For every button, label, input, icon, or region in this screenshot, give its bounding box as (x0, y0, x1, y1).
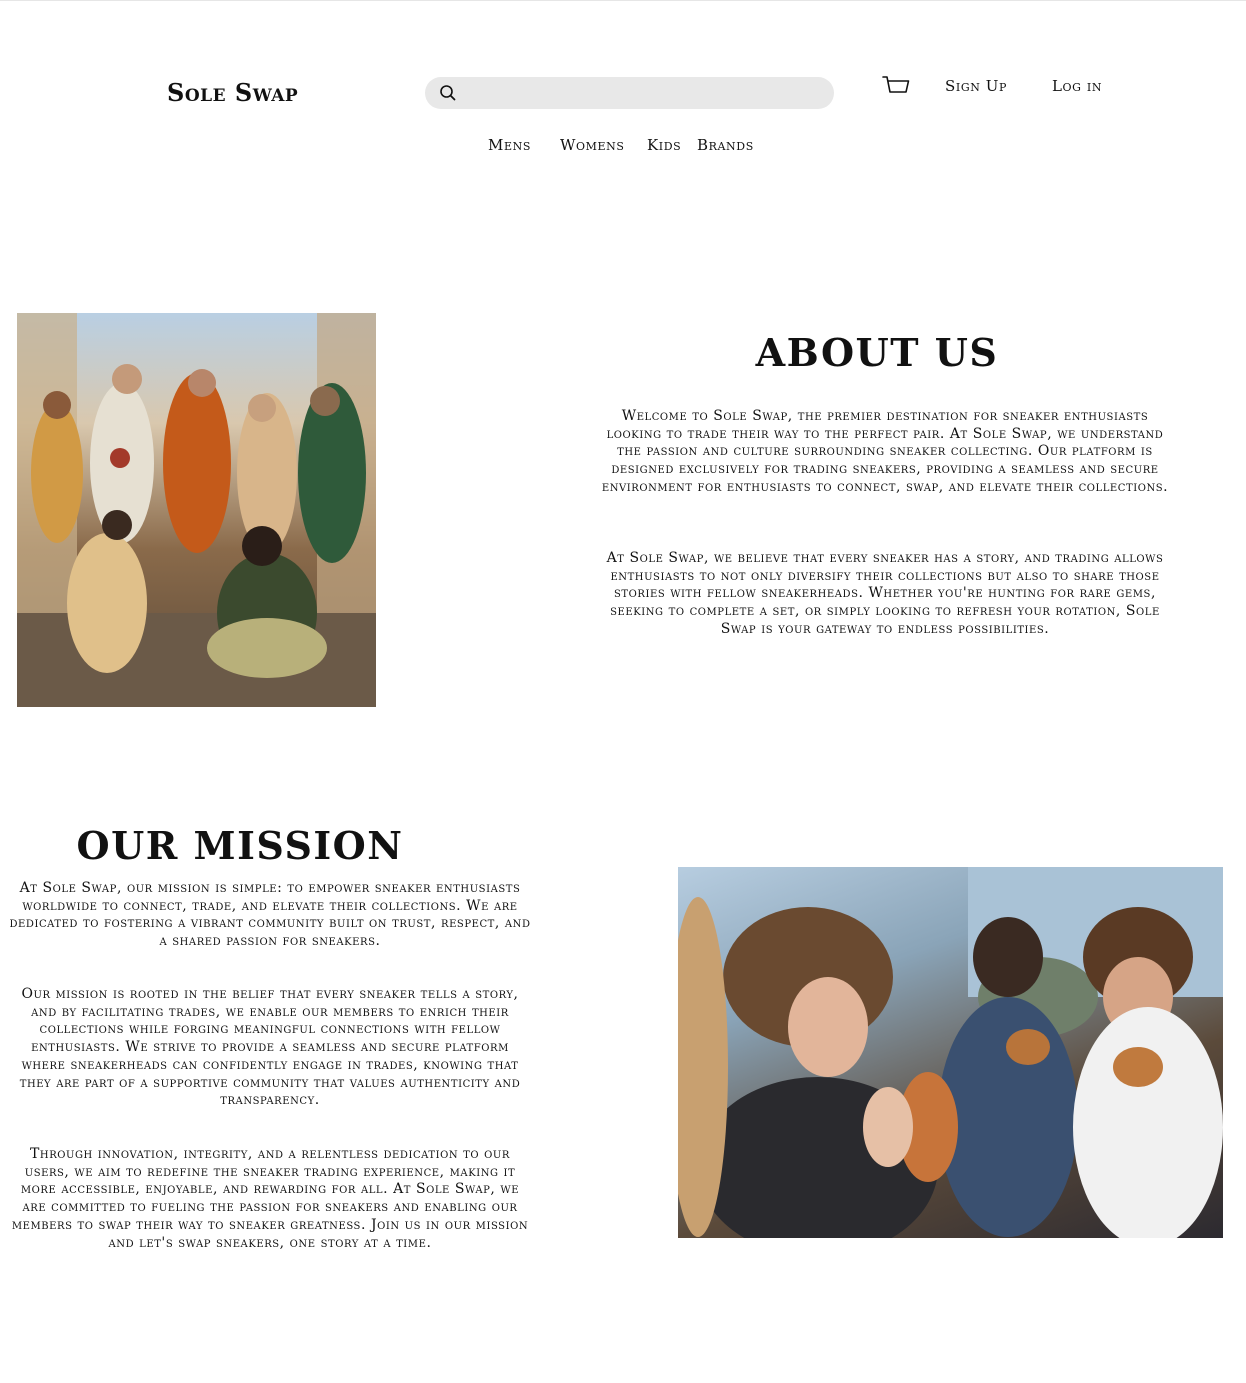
mission-paragraph-3: Through innovation, integrity, and a rel… (11, 1146, 529, 1251)
mission-paragraph-1: At Sole Swap, our mission is simple: to … (9, 880, 531, 950)
top-border (0, 0, 1246, 1)
about-group-photo (17, 313, 376, 707)
search-bar[interactable] (425, 77, 834, 109)
search-input[interactable] (467, 77, 817, 109)
about-title: ABOUT US (755, 330, 999, 375)
log-in-link[interactable]: Log in (1052, 77, 1102, 95)
about-paragraph-2: At Sole Swap, we believe that every snea… (606, 550, 1164, 637)
shopping-basket-icon[interactable] (882, 73, 910, 99)
nav-item-kids[interactable]: Kids (647, 136, 681, 154)
about-paragraph-1: Welcome to Sole Swap, the premier destin… (601, 408, 1169, 495)
site-logo[interactable]: Sole Swap (167, 78, 298, 107)
mission-title: OUR MISSION (76, 823, 404, 868)
mission-friends-photo (678, 867, 1223, 1238)
sign-up-link[interactable]: Sign Up (945, 77, 1007, 95)
nav-item-brands[interactable]: Brands (697, 136, 754, 154)
nav-item-mens[interactable]: Mens (488, 136, 531, 154)
nav-item-womens[interactable]: Womens (560, 136, 625, 154)
search-icon[interactable] (439, 84, 457, 102)
mission-paragraph-2: Our mission is rooted in the belief that… (19, 986, 521, 1109)
